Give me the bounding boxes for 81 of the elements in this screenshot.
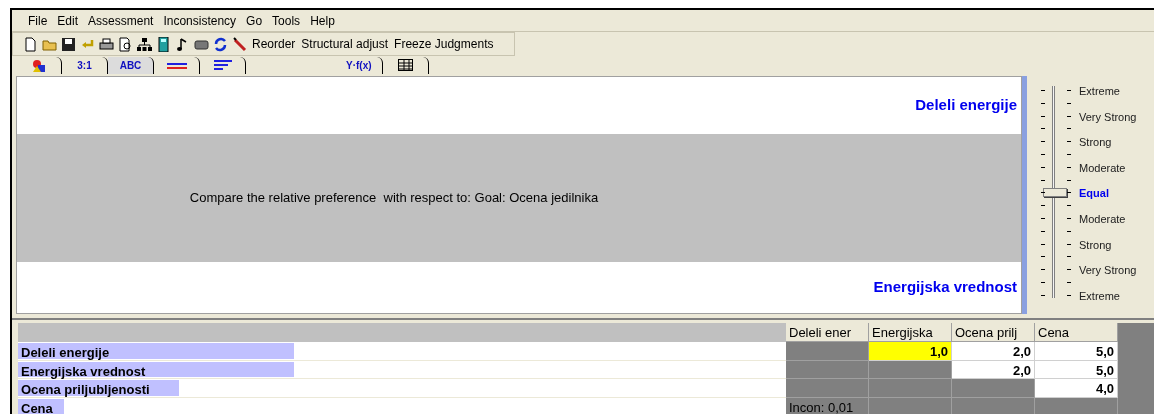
scale-label: Moderate [1079, 160, 1126, 176]
slider-thumb[interactable] [1043, 188, 1067, 197]
tick-mark [1041, 243, 1045, 245]
refresh-icon[interactable] [213, 36, 228, 52]
tab[interactable]: ABC [108, 57, 154, 74]
print-preview-icon[interactable] [118, 36, 133, 52]
row-label: Cena [21, 399, 53, 414]
scale-label: Very Strong [1079, 263, 1137, 279]
tick-mark [1067, 192, 1071, 194]
calculator-icon[interactable] [156, 36, 171, 52]
row-label: Energijska vrednost [21, 362, 146, 381]
tick-mark [1041, 179, 1045, 181]
bottom-element-label: Energijska vrednost [873, 277, 1017, 298]
toolbar-button[interactable]: Freeze Judgments [393, 35, 495, 53]
tick-mark [1041, 141, 1045, 143]
judgment-cell[interactable]: 1,0 [869, 342, 952, 361]
scale-label: Strong [1079, 135, 1112, 151]
tick-mark [1041, 90, 1045, 91]
column-header: Energijska [869, 323, 952, 342]
toolbar-button[interactable]: Structural adjust [300, 35, 390, 53]
tick-mark [1041, 154, 1045, 155]
tick-mark [1041, 218, 1045, 219]
tick-mark [1067, 230, 1071, 232]
menu-item[interactable]: Edit [55, 11, 81, 30]
tick-mark [1041, 166, 1045, 168]
judgment-cell[interactable]: 5,0 [1035, 342, 1118, 361]
column-header: Cena [1035, 323, 1118, 342]
menu-item[interactable]: Inconsistency [161, 11, 239, 30]
tick-mark [1041, 269, 1045, 271]
menu-item[interactable]: Go [244, 11, 265, 30]
tick-mark [1067, 102, 1071, 104]
tick-mark [1067, 115, 1071, 117]
tick-mark [1067, 128, 1071, 130]
tick-mark [1067, 141, 1071, 143]
scale-label: Equal [1079, 186, 1109, 202]
scale-label: Very Strong [1079, 109, 1137, 125]
printer-icon[interactable] [99, 36, 114, 52]
toolbar-button[interactable]: Reorder [251, 35, 297, 53]
menu-item[interactable]: File [26, 11, 50, 30]
tick-mark [1041, 128, 1045, 130]
tick-mark [1041, 102, 1045, 104]
tick-mark [1067, 166, 1071, 168]
tick-mark [1067, 294, 1071, 296]
save-icon[interactable] [61, 36, 76, 52]
wand-icon[interactable] [232, 36, 247, 52]
page-icon[interactable] [23, 36, 38, 52]
top-element-label: Deleli energije [915, 95, 1017, 116]
tick-mark [1041, 115, 1045, 117]
tick-mark [1067, 269, 1071, 271]
tick-mark [1067, 256, 1071, 258]
tick-mark [1041, 256, 1045, 258]
tick-mark [1067, 154, 1071, 155]
tick-mark [1067, 218, 1071, 219]
scale-label: Strong [1079, 237, 1112, 253]
tick-mark [1041, 230, 1045, 232]
tick-mark [1067, 179, 1071, 181]
tick-mark [1067, 205, 1071, 207]
row-label: Ocena priljubljenosti [21, 381, 150, 399]
tick-mark [1041, 282, 1045, 283]
shapes-icon [31, 58, 46, 73]
scale-label: Extreme [1079, 84, 1120, 99]
judgment-cell[interactable]: 4,0 [1035, 379, 1118, 398]
judgment-cell[interactable]: 2,0 [952, 342, 1035, 361]
table-icon [397, 58, 413, 73]
column-header: Ocena prilj [952, 323, 1035, 342]
tick-mark [1041, 205, 1045, 207]
menu-item[interactable]: Tools [270, 11, 303, 30]
row-label: Deleli energije [21, 344, 110, 362]
tick-mark [1067, 282, 1071, 283]
scale-label: Moderate [1079, 212, 1126, 227]
tick-mark [1067, 243, 1071, 245]
menu-item[interactable]: Help [308, 11, 337, 30]
tick-mark [1041, 294, 1045, 296]
text-lines-icon [213, 58, 232, 73]
comparison-prompt: Compare the relative preference with respect to: Goal: Ocena jedilnika [189, 189, 600, 208]
tick-mark [1041, 192, 1045, 194]
scale-label: Extreme [1079, 288, 1120, 304]
hierarchy-icon[interactable] [137, 36, 152, 52]
column-header: Deleli ener [786, 323, 869, 342]
menu-item[interactable]: Assessment [86, 11, 156, 30]
tick-mark [1067, 90, 1071, 91]
